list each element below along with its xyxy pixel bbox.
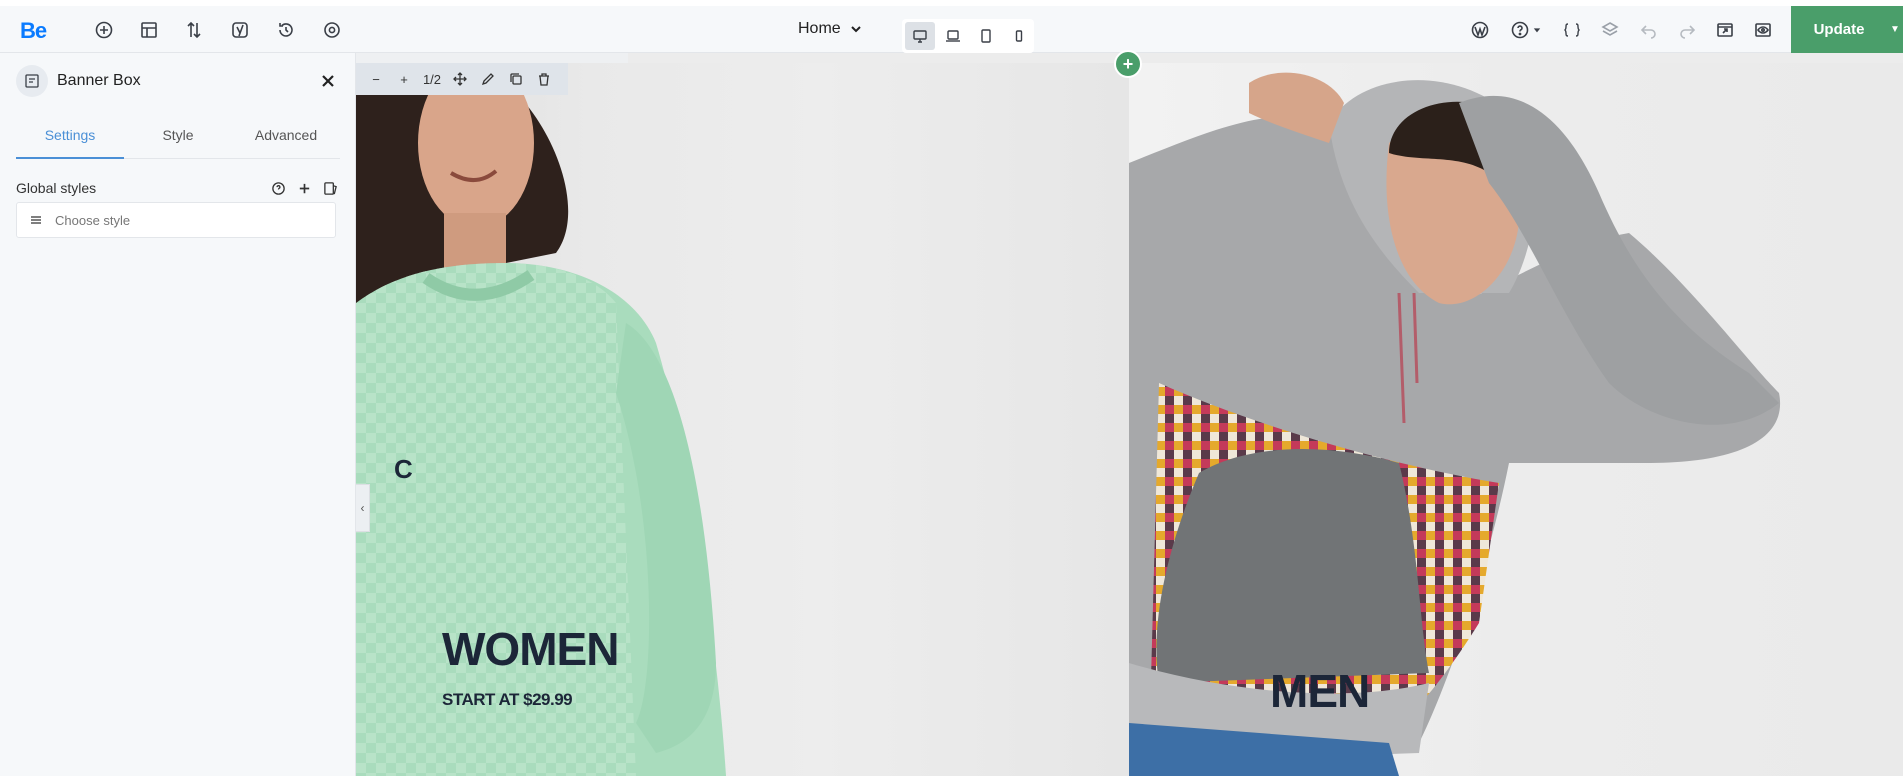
edit-icon[interactable]: [474, 65, 502, 93]
choose-style-placeholder: Choose style: [55, 212, 131, 228]
css-icon[interactable]: [1559, 17, 1585, 43]
move-icon[interactable]: [446, 65, 474, 93]
history-icon[interactable]: [273, 17, 299, 43]
update-dropdown-button[interactable]: ▼: [1887, 6, 1903, 53]
men-model-image: [1129, 72, 1781, 776]
caret-down-icon: ▼: [1890, 24, 1900, 35]
page-select[interactable]: Home: [798, 20, 863, 38]
top-toolbar: Be Home: [0, 6, 1903, 53]
undo-icon[interactable]: [1636, 17, 1662, 43]
global-styles-row: Global styles: [16, 177, 340, 199]
laptop-view-button[interactable]: [938, 22, 968, 50]
men-heading: MEN: [1270, 665, 1370, 717]
redo-icon[interactable]: [1674, 17, 1700, 43]
banner-box-icon: [16, 65, 48, 97]
panel-tabs: Settings Style Advanced: [16, 119, 340, 159]
women-heading: WOMEN: [442, 623, 619, 675]
eye-icon[interactable]: [1750, 17, 1776, 43]
choose-style-select[interactable]: Choose style: [16, 202, 336, 238]
tablet-view-button[interactable]: [971, 22, 1001, 50]
banner-men[interactable]: [1129, 63, 1903, 776]
canvas-top-strip: [356, 53, 628, 63]
add-circle-icon[interactable]: [91, 17, 117, 43]
device-switcher: [902, 19, 1034, 53]
collapse-panel-button[interactable]: ‹: [356, 484, 370, 532]
svg-text:C: C: [394, 454, 413, 484]
element-toolbar: − + 1/2: [356, 63, 568, 95]
mobile-view-button[interactable]: [1004, 22, 1034, 50]
layers-icon[interactable]: [1597, 17, 1623, 43]
tab-settings[interactable]: Settings: [16, 119, 124, 159]
duplicate-icon[interactable]: [502, 65, 530, 93]
list-icon: [31, 216, 41, 224]
close-panel-button[interactable]: [316, 69, 340, 93]
settings-panel: Banner Box Settings Style Advanced Globa…: [0, 53, 356, 776]
increase-size-button[interactable]: +: [390, 65, 418, 93]
close-icon: [322, 75, 334, 87]
tab-style[interactable]: Style: [124, 119, 232, 158]
help-circle-icon[interactable]: [268, 178, 288, 198]
style-library-icon[interactable]: [320, 178, 340, 198]
trash-icon[interactable]: [530, 65, 558, 93]
wordpress-icon[interactable]: [1467, 17, 1493, 43]
yoast-icon[interactable]: [227, 17, 253, 43]
chevron-down-icon: [850, 26, 861, 33]
help-dropdown-icon[interactable]: [1530, 17, 1544, 43]
panel-header: Banner Box: [16, 61, 340, 101]
size-counter: 1/2: [422, 71, 442, 87]
settings-icon[interactable]: [319, 17, 345, 43]
tab-advanced[interactable]: Advanced: [232, 119, 340, 158]
desktop-view-button[interactable]: [905, 22, 935, 50]
global-styles-label: Global styles: [16, 180, 97, 196]
logo[interactable]: Be: [20, 18, 47, 44]
layout-icon[interactable]: [136, 17, 162, 43]
preview-icon[interactable]: [1712, 17, 1738, 43]
page-select-label: Home: [798, 20, 841, 37]
add-section-button[interactable]: +: [1114, 50, 1142, 78]
add-style-icon[interactable]: [294, 178, 314, 198]
women-subheading: START AT $29.99: [442, 690, 573, 709]
update-button[interactable]: Update: [1791, 6, 1887, 53]
decrease-size-button[interactable]: −: [362, 65, 390, 93]
sort-icon[interactable]: [181, 17, 207, 43]
panel-title: Banner Box: [57, 72, 141, 89]
chevron-left-icon: ‹: [360, 501, 365, 515]
